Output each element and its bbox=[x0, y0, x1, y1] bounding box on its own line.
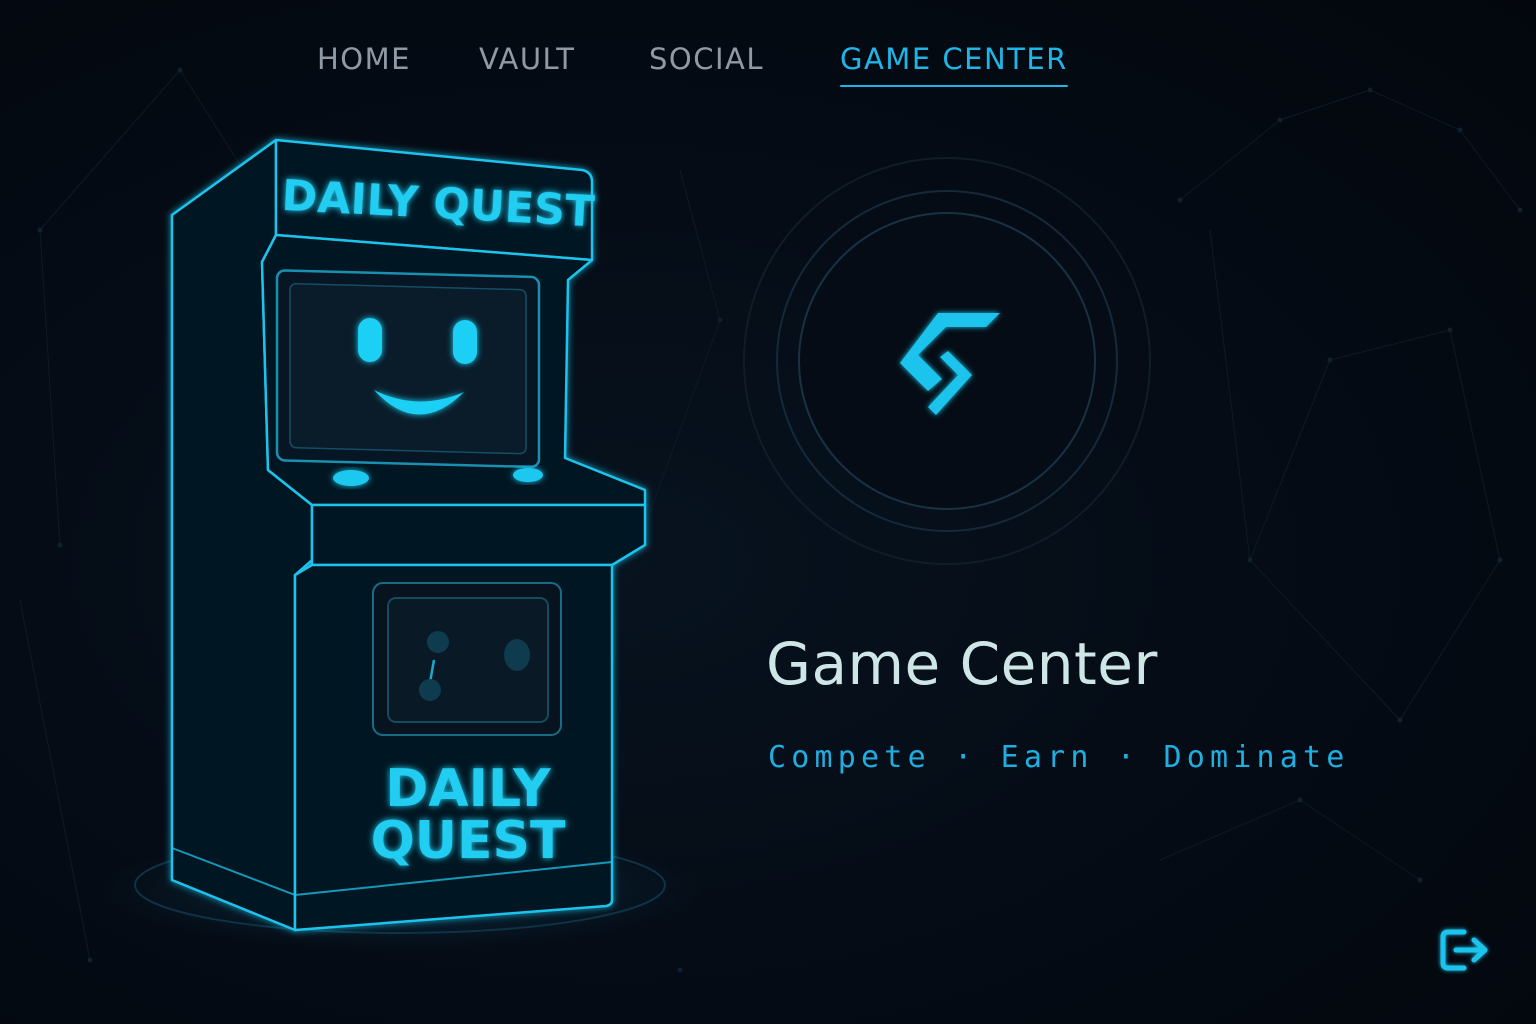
daily-quest-arcade-cabinet[interactable]: DAILY QUEST DAILY QUEST bbox=[0, 0, 760, 1024]
arcade-screen bbox=[289, 282, 527, 455]
exit-icon bbox=[1440, 929, 1488, 971]
panel-button bbox=[504, 639, 530, 671]
deck-button-right bbox=[513, 468, 543, 482]
page-title: Game Center bbox=[766, 630, 1158, 698]
front-text-line1: DAILY bbox=[385, 759, 552, 819]
exit-button[interactable] bbox=[1434, 922, 1494, 978]
page-tagline: Compete · Earn · Dominate bbox=[768, 740, 1350, 775]
control-deck bbox=[310, 503, 647, 567]
nav-item-game-center[interactable]: GAME CENTER bbox=[840, 42, 1068, 87]
deck-button-left bbox=[333, 470, 369, 486]
game-center-page: HOME VAULT SOCIAL GAME CENTER DAILY QUES… bbox=[0, 0, 1536, 1024]
nav-item-game-center-label: GAME CENTER bbox=[840, 42, 1068, 76]
nav-active-underline bbox=[840, 85, 1068, 87]
game-center-emblem bbox=[743, 157, 1151, 565]
front-text-line2: QUEST bbox=[371, 811, 566, 871]
